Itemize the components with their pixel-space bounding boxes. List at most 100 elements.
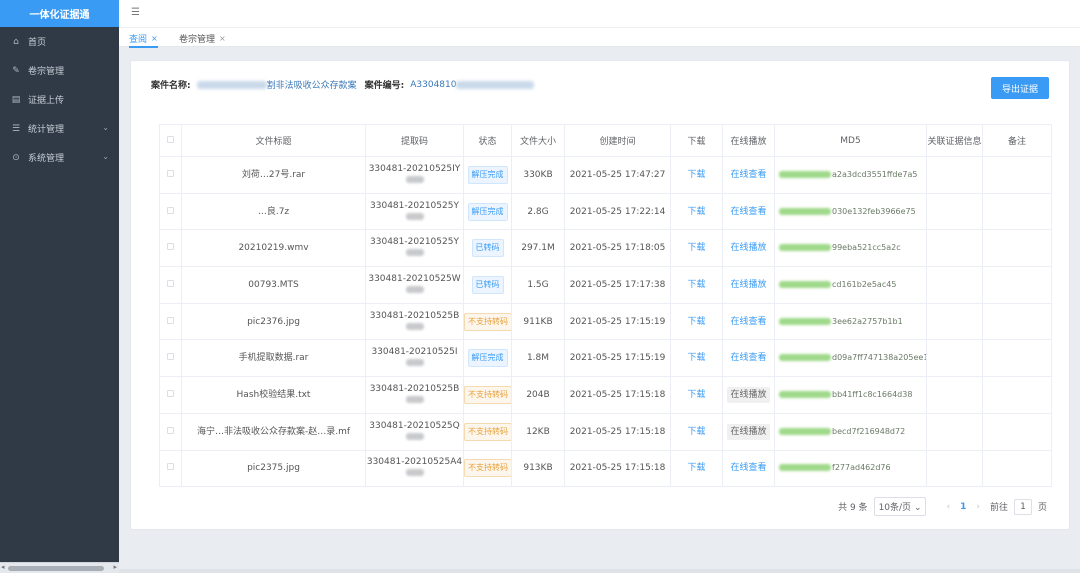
evidence-table: 文件标题 提取码 状态 文件大小 创建时间 下载 在线播放 MD5 关联证据信息… (159, 124, 1052, 488)
status-cell: 解压完成 (463, 339, 512, 378)
scroll-left-icon[interactable]: ◂ (1, 563, 5, 571)
sidebar-item[interactable]: ✎ 卷宗管理 (0, 56, 119, 85)
created-time: 2021-05-25 17:22:14 (569, 206, 666, 217)
row-checkbox[interactable] (159, 192, 182, 231)
prev-page-button[interactable]: ‹ (946, 502, 950, 512)
download-link[interactable]: 下载 (687, 317, 705, 327)
checkbox[interactable] (167, 426, 174, 434)
close-icon[interactable]: × (151, 34, 158, 43)
goto-label: 前往 (989, 503, 1008, 513)
download-link[interactable]: 下载 (687, 353, 705, 363)
sidebar-item-label: 证据上传 (28, 96, 65, 106)
online-view-link[interactable]: 在线播放 (727, 423, 770, 440)
related-evidence-cell (926, 266, 983, 304)
row-checkbox[interactable] (159, 449, 182, 488)
sidebar-item[interactable]: ☰ 统计管理 ⌄ (0, 114, 119, 143)
related-evidence-cell (926, 339, 983, 378)
online-view-link[interactable]: 在线播放 (730, 243, 766, 253)
created-time-cell: 2021-05-25 17:15:18 (564, 412, 671, 451)
scroll-right-icon[interactable]: ▸ (113, 563, 117, 571)
active-tab-indicator (129, 46, 158, 48)
row-checkbox[interactable] (159, 376, 182, 414)
extract-code-cell: 330481-20210525B (365, 376, 464, 414)
file-size-cell: 913KB (511, 449, 565, 488)
online-view-link[interactable]: 在线查看 (730, 317, 766, 327)
row-checkbox[interactable] (159, 302, 182, 341)
tab-label: 查阅 (129, 34, 148, 45)
goto-page-input[interactable]: 1 (1013, 498, 1032, 515)
redacted-text (405, 249, 424, 257)
remark-cell (982, 192, 1052, 231)
download-link[interactable]: 下载 (687, 207, 705, 217)
sidebar-item[interactable]: ⊙ 系统管理 ⌄ (0, 143, 119, 172)
file-title-cell: Hash校验结果.txt (181, 376, 366, 414)
chevron-down-icon: ⌄ (102, 152, 109, 161)
extract-code-cell: 330481-20210525IY (365, 156, 464, 194)
download-link[interactable]: 下载 (687, 243, 705, 253)
extract-code: 330481-20210525W (368, 273, 461, 284)
export-evidence-button[interactable]: 导出证据 (991, 77, 1049, 99)
md5-cell: a2a3dcd3551ffde7a5 (774, 156, 927, 194)
download-link[interactable]: 下载 (687, 463, 705, 473)
status-badge: 解压完成 (467, 165, 508, 184)
scrollbar-thumb[interactable] (8, 566, 104, 571)
edit-icon: ✎ (12, 65, 20, 76)
close-icon[interactable]: × (219, 34, 226, 43)
download-link[interactable]: 下载 (687, 390, 705, 400)
row-checkbox[interactable] (159, 339, 182, 378)
row-checkbox[interactable] (159, 229, 182, 268)
file-size: 12KB (526, 426, 550, 437)
checkbox[interactable] (167, 279, 174, 287)
evidence-panel: 案件名称: 割非法吸收公众存款案 案件编号: A3304810 导出证据 文件标… (130, 60, 1070, 530)
tab-view[interactable]: 查阅 × (129, 31, 158, 48)
online-view-link[interactable]: 在线查看 (730, 463, 766, 473)
download-link[interactable]: 下载 (687, 170, 705, 180)
column-header: 状态 (463, 124, 512, 157)
checkbox[interactable] (167, 353, 174, 361)
select-all-checkbox[interactable] (159, 124, 182, 157)
sidebar-item[interactable]: ⌂ 首页 (0, 27, 119, 56)
redacted-text (779, 464, 831, 472)
table-row: 00793.MTS 330481-20210525W 已转码 1.5G 2021-05-… (159, 266, 1052, 304)
redacted-text (779, 280, 831, 288)
redacted-text (456, 80, 535, 89)
created-time-cell: 2021-05-25 17:15:19 (564, 339, 671, 378)
menu-toggle-icon[interactable]: ☰ (131, 7, 141, 18)
online-view-link[interactable]: 在线播放 (727, 386, 770, 403)
sidebar-item[interactable]: ▤ 证据上传 (0, 85, 119, 114)
row-checkbox[interactable] (159, 156, 182, 194)
online-view-link[interactable]: 在线查看 (730, 170, 766, 180)
online-view-link[interactable]: 在线播放 (730, 280, 766, 290)
page-scrollbar[interactable] (119, 569, 1080, 573)
file-size-cell: 204B (511, 376, 565, 414)
remark-cell (982, 266, 1052, 304)
column-header: 创建时间 (564, 124, 671, 157)
next-page-button[interactable]: › (976, 502, 980, 512)
checkbox[interactable] (167, 169, 174, 177)
tab-case-management[interactable]: 卷宗管理 × (179, 31, 226, 45)
page-size-select[interactable]: 10条/页 ⌄ (873, 497, 927, 516)
md5-cell: f277ad462d76 (774, 449, 927, 488)
sidebar-scrollbar[interactable]: ◂ ▸ (0, 562, 119, 573)
created-time-cell: 2021-05-25 17:15:18 (564, 449, 671, 488)
checkbox[interactable] (167, 206, 174, 214)
download-link[interactable]: 下载 (687, 427, 705, 437)
online-view-link[interactable]: 在线查看 (730, 207, 766, 217)
checkbox[interactable] (167, 243, 174, 251)
file-size: 911KB (523, 316, 553, 327)
row-checkbox[interactable] (159, 412, 182, 451)
row-checkbox[interactable] (159, 266, 182, 304)
redacted-text (405, 359, 424, 367)
remark-cell (982, 412, 1052, 451)
checkbox[interactable] (167, 389, 174, 397)
download-link[interactable]: 下载 (687, 280, 705, 290)
checkbox[interactable] (167, 316, 174, 324)
column-header: 在线播放 (722, 124, 775, 157)
checkbox[interactable] (167, 463, 174, 471)
online-view-link[interactable]: 在线查看 (730, 353, 766, 363)
current-page[interactable]: 1 (960, 502, 966, 512)
md5-cell: 030e132feb3966e75 (774, 192, 927, 231)
redacted-text (779, 354, 831, 362)
file-size: 330KB (523, 169, 553, 180)
download-cell: 下载 (670, 339, 723, 378)
